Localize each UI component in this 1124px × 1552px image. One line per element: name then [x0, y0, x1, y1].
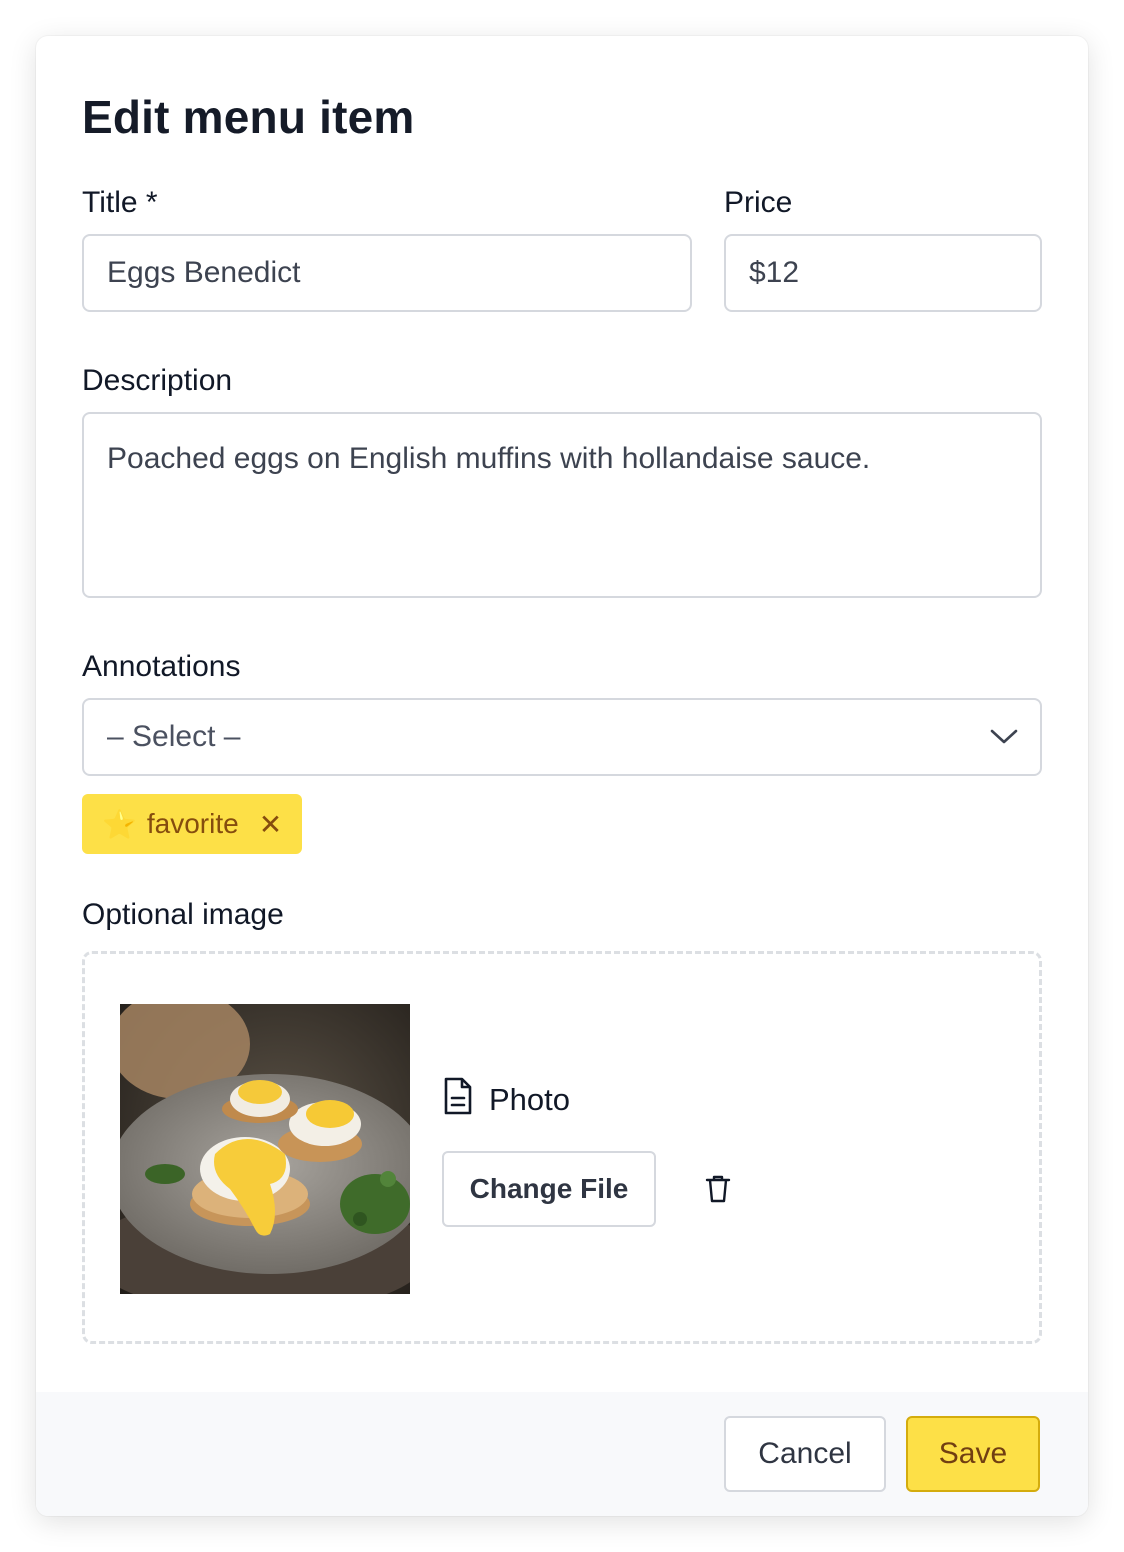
- annotation-chip-label: favorite: [146, 808, 239, 839]
- description-label: Description: [82, 364, 233, 397]
- annotations-label: Annotations: [82, 650, 241, 683]
- dialog-body: Edit menu item Title * Eggs Benedict Pri…: [36, 36, 1088, 1392]
- description-textarea-value: Poached eggs on English muffins with hol…: [107, 442, 871, 475]
- close-icon[interactable]: ✕: [259, 808, 282, 841]
- annotations-select[interactable]: – Select –: [82, 698, 1042, 776]
- file-icon: [443, 1076, 473, 1124]
- chevron-down-icon: [990, 729, 1018, 745]
- file-name: Photo: [489, 1082, 571, 1117]
- change-file-button[interactable]: Change File: [442, 1151, 656, 1227]
- annotations-select-placeholder: – Select –: [107, 720, 241, 753]
- optional-image-label: Optional image: [82, 898, 284, 931]
- food-photo-thumbnail: [120, 1004, 410, 1294]
- dialog-footer: Cancel Save: [36, 1392, 1088, 1516]
- cancel-button[interactable]: Cancel: [724, 1416, 886, 1492]
- dialog-title: Edit menu item: [82, 91, 415, 143]
- save-button[interactable]: Save: [906, 1416, 1040, 1492]
- price-input[interactable]: $12: [724, 234, 1042, 312]
- title-label: Title *: [82, 186, 158, 219]
- price-label: Price: [724, 186, 793, 219]
- image-dropzone[interactable]: Photo Change File: [82, 951, 1042, 1344]
- annotation-chip-favorite: ⭐ favorite ✕: [82, 794, 302, 854]
- file-info: Photo: [443, 1076, 570, 1124]
- trash-icon[interactable]: [705, 1174, 731, 1209]
- title-input[interactable]: Eggs Benedict: [82, 234, 692, 312]
- price-input-value: $12: [749, 256, 800, 289]
- star-icon: ⭐: [102, 808, 137, 840]
- title-input-value: Eggs Benedict: [107, 256, 301, 289]
- description-textarea[interactable]: Poached eggs on English muffins with hol…: [82, 412, 1042, 598]
- edit-menu-item-dialog: Edit menu item Title * Eggs Benedict Pri…: [36, 36, 1088, 1516]
